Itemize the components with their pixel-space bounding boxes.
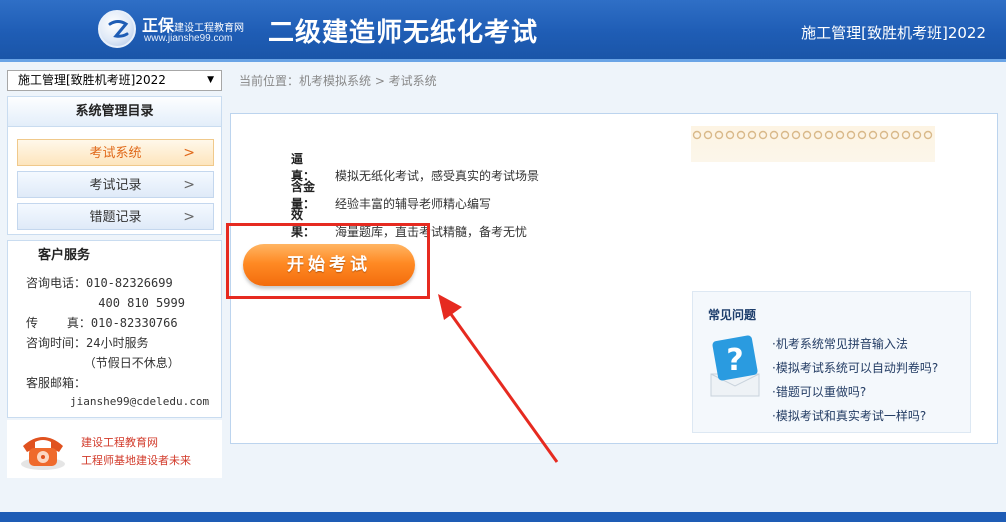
service-info: 咨询电话：010-82326699 400 810 5999 传 真：010-82… (26, 273, 185, 393)
course-select[interactable]: 施工管理[致胜机考班]2022 ▼ (7, 70, 222, 91)
course-title: 施工管理[致胜机考班]2022 (801, 24, 986, 42)
app-title: 二级建造师无纸化考试 (268, 18, 539, 48)
faq-box: 常见问题 ? 机考系统常见拼音输入法 模拟考试系统可以自动判卷吗? 错题可以重做… (692, 291, 971, 433)
menu-item-exam-system[interactable]: 考试系统 > (17, 139, 214, 166)
header: 正保建设工程教育网 www.jianshe99.com 二级建造师无纸化考试 施… (0, 0, 1006, 62)
chevron-right-icon: > (183, 177, 195, 193)
chevron-right-icon: > (183, 209, 195, 225)
svg-text:?: ? (726, 343, 743, 378)
faq-item[interactable]: 错题可以重做吗? (772, 380, 938, 404)
service-line: 咨询时间：24小时服务 (26, 336, 149, 350)
service-line: 咨询电话：010-82326699 (26, 276, 173, 290)
faq-list: 机考系统常见拼音输入法 模拟考试系统可以自动判卷吗? 错题可以重做吗? 模拟考试… (772, 332, 938, 428)
system-menu: 系统管理目录 考试系统 > 考试记录 > 错题记录 > (7, 96, 222, 235)
service-line: 传 真：010-82330766 (26, 316, 178, 330)
decorative-banner (691, 126, 935, 162)
start-exam-button[interactable]: 开始考试 (243, 244, 415, 286)
promo-line-2: 工程师基地建设者未来 (81, 454, 191, 467)
footer-bar (0, 512, 1006, 522)
logo-icon (98, 10, 136, 48)
chevron-right-icon: > (183, 145, 195, 161)
service-title: 客户服务 (36, 244, 93, 263)
service-line: （节假日不休息） (26, 356, 180, 370)
service-email: jianshe99@cdeledu.com (70, 395, 210, 408)
promo-line-1: 建设工程教育网 (81, 436, 158, 449)
logo-url: www.jianshe99.com (144, 33, 233, 44)
main-panel: 逼 真： 模拟无纸化考试，感受真实的考试场景 含金量： 经验丰富的辅导老师精心编写 … (226, 113, 998, 444)
menu-title: 系统管理目录 (8, 97, 221, 127)
question-mark-icon: ? (710, 335, 760, 397)
service-line: 400 810 5999 (26, 296, 185, 310)
faq-item[interactable]: 机考系统常见拼音输入法 (772, 332, 938, 356)
menu-item-exam-records[interactable]: 考试记录 > (17, 171, 214, 198)
faq-item[interactable]: 模拟考试系统可以自动判卷吗? (772, 356, 938, 380)
promo-banner[interactable]: 建设工程教育网 工程师基地建设者未来 (7, 420, 222, 478)
telephone-icon (21, 437, 65, 470)
faq-title: 常见问题 (708, 308, 757, 322)
dropdown-arrow-icon: ▼ (207, 75, 214, 85)
faq-item[interactable]: 模拟考试和真实考试一样吗? (772, 404, 938, 428)
breadcrumb: 当前位置：机考模拟系统 > 考试系统 (239, 74, 437, 88)
customer-service: 客户服务 咨询电话：010-82326699 400 810 5999 传 真：0… (7, 240, 222, 418)
menu-item-wrong-questions[interactable]: 错题记录 > (17, 203, 214, 230)
service-line: 客服邮箱： (26, 376, 87, 390)
